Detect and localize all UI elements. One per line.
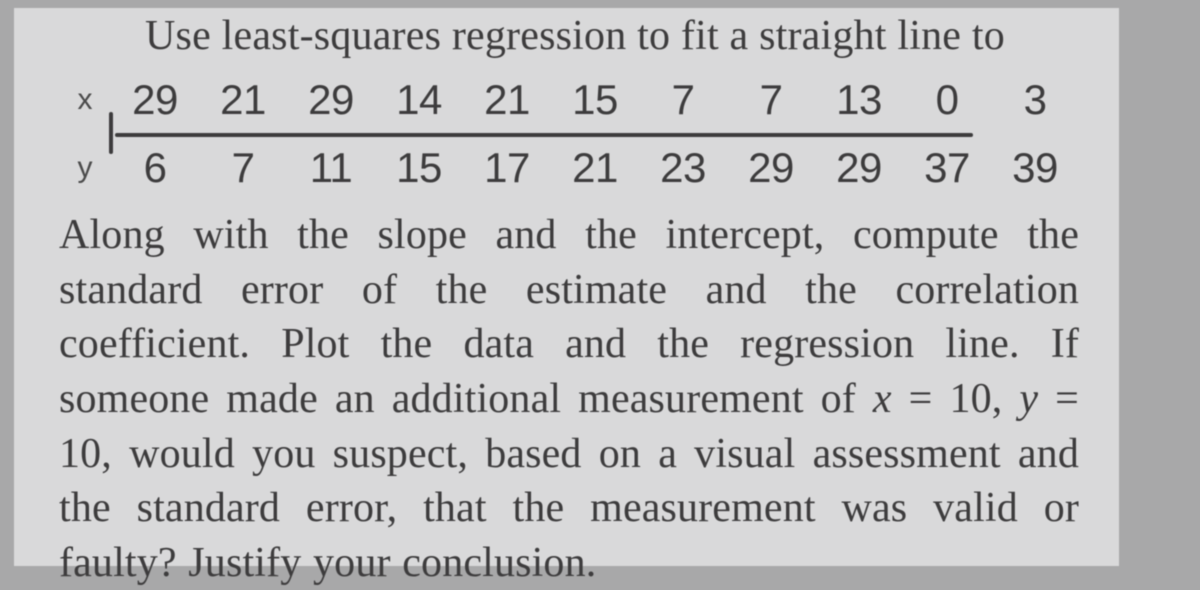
y-cell: 11: [287, 134, 375, 202]
body-seg-2: = 10,: [892, 376, 1020, 422]
x-cell: 7: [639, 66, 727, 134]
problem-prompt: Use least-squares regression to fit a st…: [59, 8, 1079, 66]
y-cell: 37: [903, 134, 991, 202]
x-cell: 21: [463, 66, 551, 134]
data-columns: 29621729111415211715217237291329037339: [111, 66, 1079, 202]
problem-body: Along with the slope and the intercept, …: [59, 208, 1079, 590]
x-cell: 0: [903, 66, 991, 134]
y-cell: 6: [111, 134, 199, 202]
x-cell: 7: [727, 66, 815, 134]
row-label-y: y: [59, 134, 111, 202]
horizontal-rule: [115, 133, 973, 137]
y-cell: 23: [639, 134, 727, 202]
row-label-x: x: [59, 66, 111, 134]
y-cell: 17: [463, 134, 551, 202]
y-cell: 29: [727, 134, 815, 202]
x-cell: 13: [815, 66, 903, 134]
y-cell: 29: [815, 134, 903, 202]
x-cell: 14: [375, 66, 463, 134]
row-labels: x y: [59, 66, 111, 202]
x-cell: 21: [199, 66, 287, 134]
x-cell: 15: [551, 66, 639, 134]
y-cell: 7: [199, 134, 287, 202]
x-cell: 29: [111, 66, 199, 134]
problem-page: Use least-squares regression to fit a st…: [14, 8, 1119, 566]
y-cell: 39: [991, 134, 1079, 202]
x-cell: 3: [991, 66, 1079, 134]
body-var-y: y: [1019, 376, 1038, 422]
data-column: 339: [991, 66, 1079, 202]
body-var-x: x: [873, 376, 892, 422]
y-cell: 21: [551, 134, 639, 202]
axis-tick: [109, 112, 113, 154]
data-table: x y 296217291114152117152172372913290373…: [59, 66, 1079, 202]
y-cell: 15: [375, 134, 463, 202]
x-cell: 29: [287, 66, 375, 134]
